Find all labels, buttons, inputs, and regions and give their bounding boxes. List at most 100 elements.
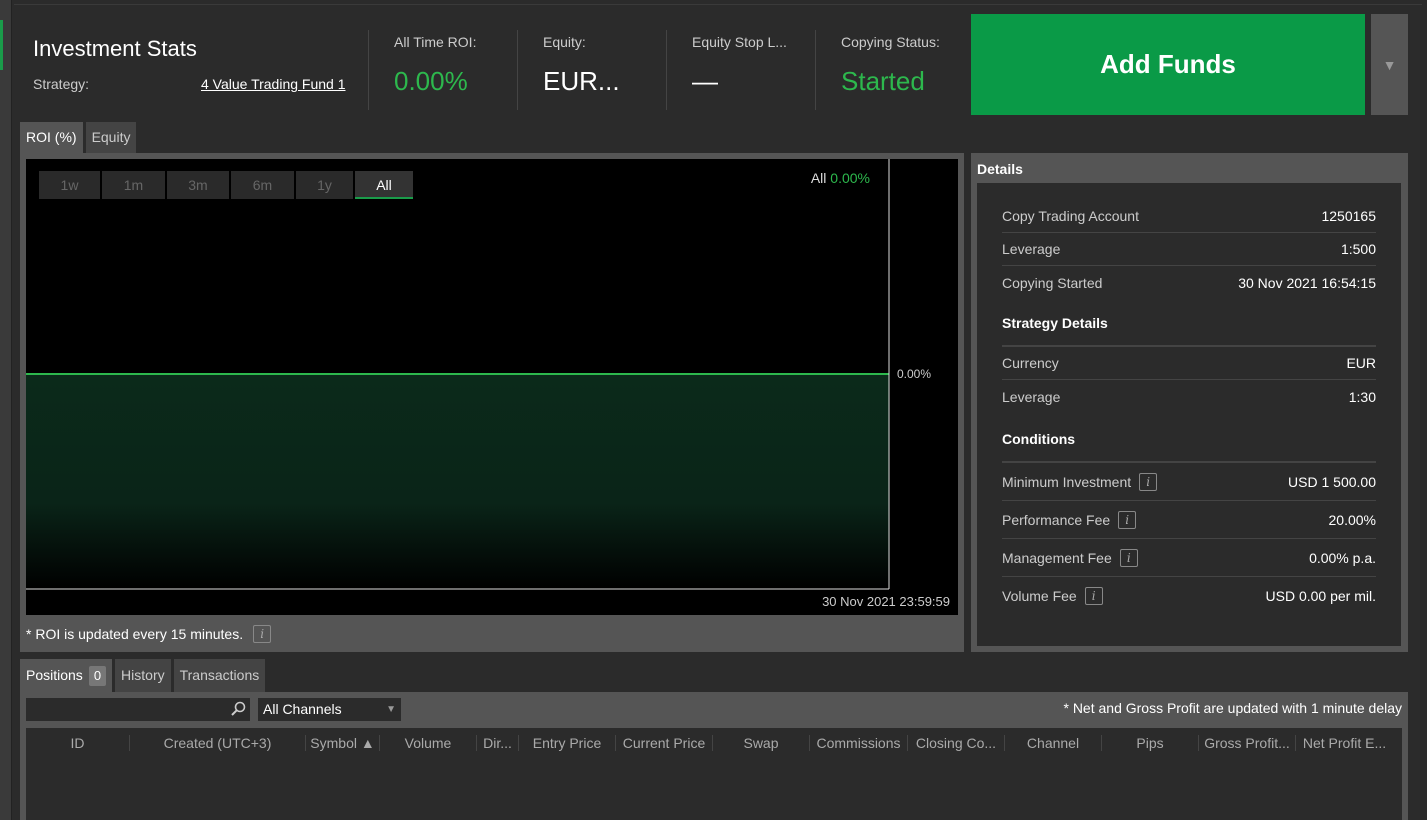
detail-label: Volume Fee	[1002, 588, 1077, 604]
detail-label-group: Performance Fee i	[1002, 510, 1137, 529]
search-icon[interactable]	[230, 701, 246, 717]
stat-value: —	[692, 66, 718, 96]
range-6m[interactable]: 6m	[231, 171, 294, 199]
search-input[interactable]	[26, 698, 250, 721]
roi-footnote: * ROI is updated every 15 minutes. i	[26, 625, 272, 643]
stat-value: Started	[841, 66, 925, 96]
detail-label: Leverage	[1002, 241, 1061, 257]
stat-value: 0.00%	[394, 66, 468, 96]
col-swap[interactable]: Swap	[713, 735, 810, 751]
stat-value: EUR...	[543, 66, 620, 96]
info-icon[interactable]: i	[253, 625, 272, 643]
col-id[interactable]: ID	[26, 735, 130, 751]
strategy-link[interactable]: 4 Value Trading Fund 1	[201, 76, 346, 92]
info-icon[interactable]: i	[1119, 548, 1138, 567]
col-gross-profit[interactable]: Gross Profit...	[1199, 735, 1296, 751]
stat-label: Copying Status:	[841, 34, 940, 50]
detail-label: Copy Trading Account	[1002, 208, 1139, 224]
stat-equity-stop-loss: Equity Stop L... —	[666, 30, 815, 110]
detail-row-copying-started: Copying Started 30 Nov 2021 16:54:15	[1002, 266, 1376, 299]
channel-select-value: All Channels	[263, 701, 342, 717]
roi-area-fill	[26, 374, 889, 589]
detail-label-group: Management Fee i	[1002, 548, 1138, 567]
tab-equity[interactable]: Equity	[85, 122, 137, 153]
detail-row-account: Copy Trading Account 1250165	[1002, 200, 1376, 233]
detail-label: Performance Fee	[1002, 511, 1111, 528]
range-all[interactable]: All	[355, 171, 413, 199]
positions-count-badge: 0	[88, 665, 107, 686]
stat-label: All Time ROI:	[394, 34, 477, 50]
detail-label: Leverage	[1002, 388, 1061, 405]
detail-value: EUR	[1346, 355, 1376, 371]
detail-value: 0.00% p.a.	[1309, 549, 1376, 566]
positions-table: ID Created (UTC+3) Symbol ▲ Volume Dir..…	[26, 728, 1402, 820]
tab-transactions[interactable]: Transactions	[173, 659, 266, 692]
positions-tabs: Positions 0 History Transactions	[20, 659, 266, 692]
info-icon[interactable]: i	[1118, 510, 1137, 529]
detail-row-min-investment: Minimum Investment i USD 1 500.00	[1002, 463, 1376, 501]
detail-label: Currency	[1002, 355, 1059, 371]
roi-chart: 1w 1m 3m 6m 1y All All 0.00% 0.00% 30 No…	[26, 159, 958, 615]
col-entry-price[interactable]: Entry Price	[519, 735, 616, 751]
detail-row-volume-fee: Volume Fee i USD 0.00 per mil.	[1002, 577, 1376, 615]
page-title: Investment Stats	[33, 36, 197, 61]
tab-positions[interactable]: Positions 0	[20, 659, 113, 692]
detail-label: Copying Started	[1002, 274, 1103, 291]
strategy-label: Strategy:	[33, 76, 90, 92]
chart-range-summary: All 0.00%	[811, 170, 870, 186]
col-net-profit[interactable]: Net Profit E...	[1296, 735, 1393, 751]
add-funds-button[interactable]: Add Funds	[971, 14, 1365, 115]
strategy-details-title: Strategy Details	[1002, 315, 1376, 347]
detail-value: 20.00%	[1328, 511, 1376, 528]
info-icon[interactable]: i	[1084, 587, 1103, 605]
range-1w[interactable]: 1w	[39, 171, 100, 199]
stat-label: Equity:	[543, 34, 586, 50]
chart-panel: 1w 1m 3m 6m 1y All All 0.00% 0.00% 30 No…	[20, 153, 964, 652]
details-body: Copy Trading Account 1250165 Leverage 1:…	[977, 183, 1401, 646]
details-panel: Details Copy Trading Account 1250165 Lev…	[971, 153, 1408, 652]
col-current-price[interactable]: Current Price	[616, 735, 713, 751]
tab-roi[interactable]: ROI (%)	[20, 122, 83, 153]
conditions-title: Conditions	[1002, 431, 1376, 463]
col-direction[interactable]: Dir...	[477, 735, 519, 751]
x-tick-label: 30 Nov 2021 23:59:59	[822, 594, 950, 609]
col-created[interactable]: Created (UTC+3)	[130, 735, 306, 751]
detail-label-group: Volume Fee i	[1002, 587, 1103, 605]
stat-all-time-roi: All Time ROI: 0.00%	[368, 30, 517, 110]
roi-footnote-text: * ROI is updated every 15 minutes.	[26, 626, 244, 642]
details-title: Details	[977, 161, 1023, 177]
info-icon[interactable]: i	[1139, 472, 1158, 491]
app-window: Investment Stats Strategy: 4 Value Tradi…	[0, 0, 1427, 820]
detail-row-leverage: Leverage 1:500	[1002, 233, 1376, 266]
table-header: ID Created (UTC+3) Symbol ▲ Volume Dir..…	[26, 728, 1402, 758]
range-3m[interactable]: 3m	[167, 171, 229, 199]
chart-tabs: ROI (%) Equity	[20, 122, 137, 153]
col-channel[interactable]: Channel	[1005, 735, 1102, 751]
chevron-down-icon: ▼	[1382, 56, 1397, 73]
col-symbol[interactable]: Symbol ▲	[306, 735, 380, 751]
left-edge-indicator	[0, 20, 3, 70]
positions-panel: All Channels ▼ * Net and Gross Profit ar…	[20, 692, 1408, 820]
detail-row-performance-fee: Performance Fee i 20.00%	[1002, 501, 1376, 539]
chart-range-summary-label: All	[810, 170, 827, 186]
detail-label-group: Minimum Investment i	[1002, 472, 1158, 491]
col-pips[interactable]: Pips	[1102, 735, 1199, 751]
detail-label: Management Fee	[1002, 549, 1112, 566]
more-options-button[interactable]: ▼	[1371, 14, 1408, 115]
range-selector: 1w 1m 3m 6m 1y All	[39, 171, 413, 199]
detail-row-strategy-leverage: Leverage 1:30	[1002, 380, 1376, 413]
col-closing-commission[interactable]: Closing Co...	[908, 735, 1005, 751]
tab-history[interactable]: History	[115, 659, 171, 692]
chevron-down-icon: ▼	[386, 704, 396, 715]
investment-header: Investment Stats Strategy: 4 Value Tradi…	[14, 8, 1409, 118]
roi-chart-svg	[26, 159, 890, 590]
tab-positions-label: Positions	[26, 667, 83, 683]
range-1m[interactable]: 1m	[102, 171, 165, 199]
detail-value: 30 Nov 2021 16:54:15	[1238, 274, 1376, 291]
channel-select[interactable]: All Channels ▼	[258, 698, 401, 721]
stat-copying-status: Copying Status: Started	[815, 30, 965, 110]
col-commissions[interactable]: Commissions	[810, 735, 908, 751]
profit-delay-note: * Net and Gross Profit are updated with …	[1063, 700, 1402, 716]
col-volume[interactable]: Volume	[380, 735, 477, 751]
range-1y[interactable]: 1y	[296, 171, 353, 199]
